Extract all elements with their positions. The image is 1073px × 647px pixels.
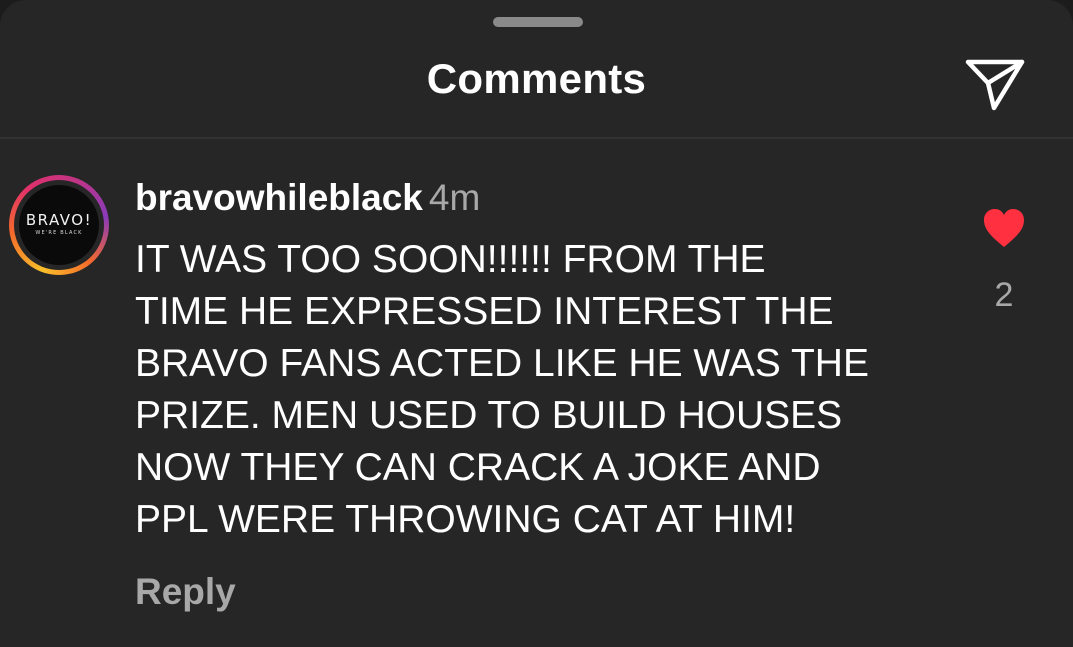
like-count: 2 — [994, 276, 1014, 314]
reply-button[interactable]: Reply — [135, 571, 955, 613]
comment-meta: bravowhileblack 4m — [135, 176, 955, 220]
avatar[interactable]: BRAVO! WE'RE BLACK — [9, 175, 109, 275]
avatar-logo: BRAVO! WE'RE BLACK — [19, 185, 99, 265]
comments-sheet: Comments BRAVO! WE'RE BLACK bravowhilebl… — [0, 0, 1073, 647]
comment-text: IT WAS TOO SOON!!!!!! FROM THE TIME HE E… — [135, 238, 869, 541]
comment-timestamp: 4m — [428, 177, 481, 218]
comment-username[interactable]: bravowhileblack — [135, 177, 423, 218]
header-divider — [0, 137, 1073, 139]
logo-text: BRAVO! — [25, 211, 93, 229]
drag-handle[interactable] — [493, 17, 583, 27]
logo-subtext: WE'RE BLACK — [35, 230, 83, 236]
comment-item: bravowhileblack 4m IT WAS TOO SOON!!!!!! … — [135, 176, 955, 613]
heart-icon[interactable] — [982, 207, 1026, 249]
sheet-header: Comments — [0, 36, 1073, 136]
avatar-ring-gap: BRAVO! WE'RE BLACK — [14, 180, 104, 270]
paper-plane-icon[interactable] — [964, 56, 1026, 112]
sheet-title: Comments — [426, 55, 647, 102]
